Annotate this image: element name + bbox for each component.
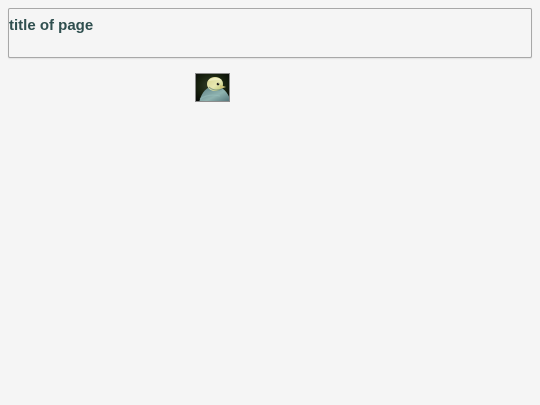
page-title: title of page xyxy=(9,17,94,34)
bird-photo-icon xyxy=(196,74,229,101)
bird-photo-thumbnail xyxy=(195,73,230,102)
page-header: title of page xyxy=(8,8,532,58)
